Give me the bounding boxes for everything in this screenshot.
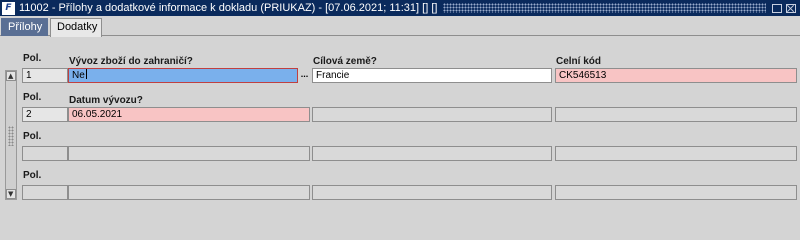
tab-dodatky[interactable]: Dodatky bbox=[50, 18, 102, 37]
empty-field[interactable] bbox=[555, 107, 797, 122]
records-scrollbar[interactable]: ▲ ▼ bbox=[5, 70, 17, 200]
pol-label: Pol. bbox=[23, 170, 42, 181]
export-question-label: Vývoz zboží do zahraničí? bbox=[69, 56, 193, 67]
pol-field[interactable]: 1 bbox=[22, 68, 68, 83]
destination-country-field[interactable]: Francie bbox=[312, 68, 552, 83]
app-icon: F bbox=[2, 1, 15, 15]
restore-icon[interactable] bbox=[772, 3, 782, 13]
title-bar-grip[interactable] bbox=[443, 3, 766, 13]
scroll-down-button[interactable]: ▼ bbox=[6, 189, 16, 199]
pol-label: Pol. bbox=[23, 53, 42, 64]
chevron-down-icon: ▼ bbox=[8, 190, 14, 198]
tab-bar: Přílohy Dodatky bbox=[0, 16, 800, 37]
pol-field[interactable] bbox=[22, 185, 68, 200]
list-of-values-button[interactable]: ... bbox=[299, 68, 310, 83]
empty-field[interactable] bbox=[312, 107, 552, 122]
pol-label: Pol. bbox=[23, 92, 42, 103]
export-question-field[interactable]: Ne bbox=[68, 68, 298, 83]
export-date-field[interactable]: 06.05.2021 bbox=[68, 107, 310, 122]
export-question-value: Ne bbox=[72, 70, 85, 81]
customs-code-field[interactable]: CK546513 bbox=[555, 68, 797, 83]
dodatky-panel: ▲ ▼ Pol. Vývoz zboží do zahraničí? Cílov… bbox=[0, 37, 800, 204]
pol-field[interactable] bbox=[22, 146, 68, 161]
tab-prilohy[interactable]: Přílohy bbox=[1, 18, 48, 36]
scroll-up-button[interactable]: ▲ bbox=[6, 71, 16, 81]
pol-label: Pol. bbox=[23, 131, 42, 142]
text-caret bbox=[85, 69, 87, 79]
empty-field[interactable] bbox=[555, 146, 797, 161]
empty-field[interactable] bbox=[312, 146, 552, 161]
empty-field[interactable] bbox=[312, 185, 552, 200]
chevron-up-icon: ▲ bbox=[8, 72, 14, 80]
pol-field[interactable]: 2 bbox=[22, 107, 68, 122]
window-title: 11002 - Přílohy a dodatkové informace k … bbox=[19, 2, 438, 14]
empty-field[interactable] bbox=[68, 185, 310, 200]
scroll-thumb[interactable] bbox=[8, 126, 14, 146]
title-bar: F 11002 - Přílohy a dodatkové informace … bbox=[0, 0, 800, 16]
close-icon[interactable] bbox=[786, 3, 796, 13]
empty-field[interactable] bbox=[555, 185, 797, 200]
destination-country-label: Cílová země? bbox=[313, 56, 377, 67]
export-date-label: Datum vývozu? bbox=[69, 95, 143, 106]
empty-field[interactable] bbox=[68, 146, 310, 161]
customs-code-label: Celní kód bbox=[556, 56, 602, 67]
